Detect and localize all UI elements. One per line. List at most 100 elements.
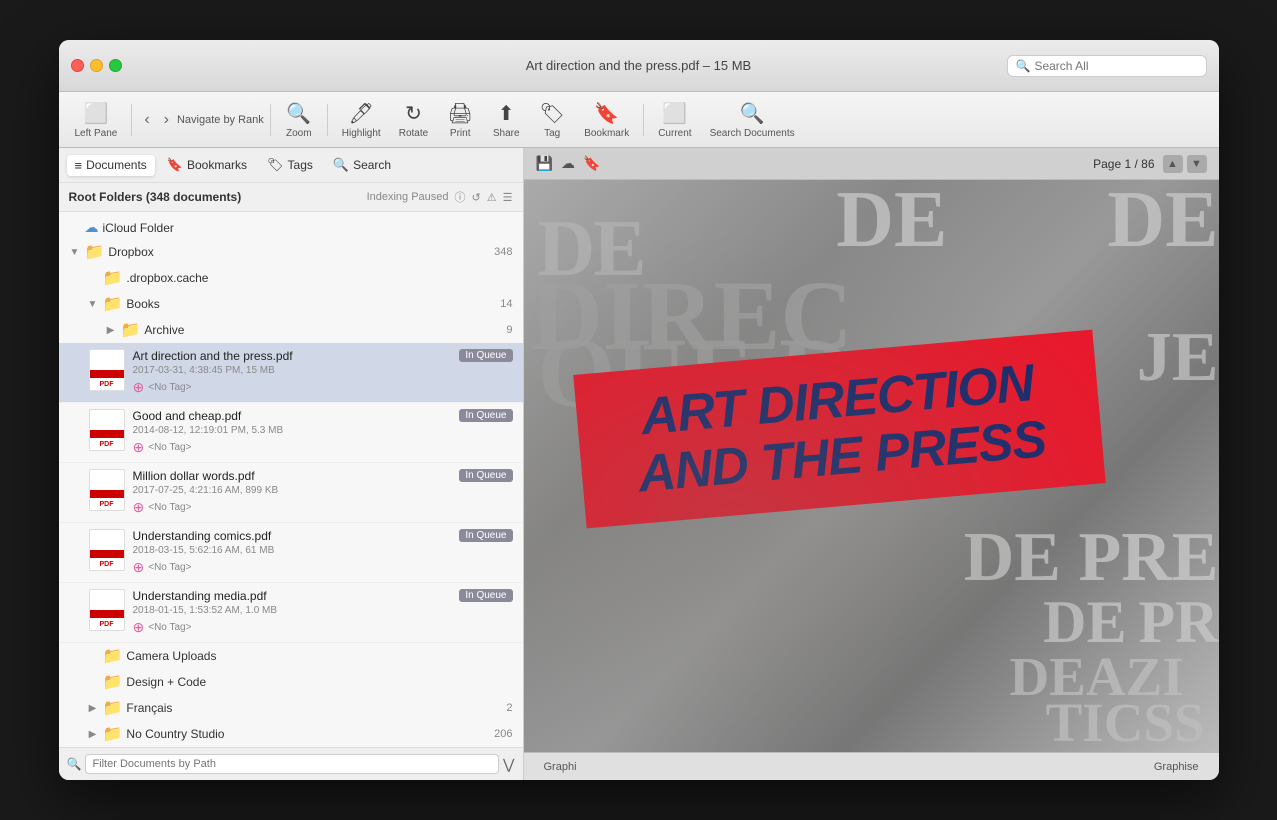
- tab-tags[interactable]: 🏷 Tags: [259, 154, 321, 176]
- separator-4: [643, 104, 644, 136]
- print-button[interactable]: 🖨 Print: [438, 97, 482, 143]
- tree-item-camera-uploads[interactable]: 📁 Camera Uploads: [59, 643, 523, 669]
- bookmarks-tab-label: Bookmarks: [187, 158, 247, 172]
- books-folder-icon: 📁: [103, 294, 123, 314]
- navigate-forward-button[interactable]: ›: [158, 107, 175, 133]
- pdf-page-nav: ▲ ▼: [1163, 155, 1207, 173]
- file-item-understanding-media[interactable]: Understanding media.pdf 2018-01-15, 1:53…: [59, 583, 523, 643]
- art-direction-tags: ⊕ <No Tag>: [133, 379, 452, 396]
- million-dollar-tag-add[interactable]: ⊕: [133, 499, 145, 516]
- pdf-bookmark-icon[interactable]: 🔖: [583, 155, 600, 172]
- pdf-cloud-icon[interactable]: ☁: [561, 155, 575, 172]
- understanding-media-name: Understanding media.pdf: [133, 589, 452, 603]
- file-item-art-direction[interactable]: Art direction and the press.pdf 2017-03-…: [59, 343, 523, 403]
- tab-search[interactable]: 🔍 Search: [325, 154, 399, 176]
- main-toolbar: ⬜ Left Pane ‹ › Navigate by Rank 🔍 Zoom …: [59, 92, 1219, 148]
- zoom-label: Zoom: [286, 128, 312, 139]
- archive-label: Archive: [144, 323, 502, 337]
- pdf-next-page-button[interactable]: ▼: [1187, 155, 1207, 173]
- navigate-label: Navigate by Rank: [177, 114, 264, 126]
- million-dollar-tag-label: <No Tag>: [148, 502, 191, 513]
- million-dollar-thumb: [89, 469, 125, 511]
- bookmarks-tab-icon: 🔖: [167, 157, 183, 173]
- tree-item-francais[interactable]: ▶ 📁 Français 2: [59, 695, 523, 721]
- maximize-button[interactable]: [109, 59, 122, 72]
- dropbox-folder-icon: 📁: [85, 242, 105, 262]
- file-item-million-dollar[interactable]: Million dollar words.pdf 2017-07-25, 4:2…: [59, 463, 523, 523]
- highlight-icon: 🖊: [349, 101, 374, 126]
- sidebar-filter: 🔍 ⋁: [59, 747, 523, 780]
- menu-icon[interactable]: ☰: [503, 191, 513, 204]
- file-item-understanding-comics[interactable]: Understanding comics.pdf 2018-03-15, 5:6…: [59, 523, 523, 583]
- left-pane-button[interactable]: ⬜ Left Pane: [67, 97, 126, 143]
- pdf-bottom-left: Graphi: [544, 761, 577, 773]
- tab-bookmarks[interactable]: 🔖 Bookmarks: [159, 154, 255, 176]
- good-cheap-tag-add[interactable]: ⊕: [133, 439, 145, 456]
- understanding-media-info: Understanding media.pdf 2018-01-15, 1:53…: [133, 589, 452, 636]
- main-window: Art direction and the press.pdf – 15 MB …: [59, 40, 1219, 780]
- pdf-save-icon[interactable]: 💾: [536, 155, 553, 172]
- filter-input[interactable]: [85, 754, 499, 774]
- search-documents-button[interactable]: 🔍 Search Documents: [702, 97, 803, 143]
- good-cheap-thumb: [89, 409, 125, 451]
- tree-item-icloud[interactable]: ☁ iCloud Folder: [59, 216, 523, 239]
- current-view-button[interactable]: ⬜ Current: [650, 97, 699, 143]
- understanding-media-tag-add[interactable]: ⊕: [133, 619, 145, 636]
- tree-item-dropbox[interactable]: ▼ 📁 Dropbox 348: [59, 239, 523, 265]
- tree-item-design-code[interactable]: 📁 Design + Code: [59, 669, 523, 695]
- no-country-label: No Country Studio: [126, 727, 490, 741]
- minimize-button[interactable]: [90, 59, 103, 72]
- sidebar: ≡ Documents 🔖 Bookmarks 🏷 Tags 🔍 Search: [59, 148, 524, 780]
- highlight-label: Highlight: [342, 128, 381, 139]
- sidebar-tree: ☁ iCloud Folder ▼ 📁 Dropbox 348 📁 .dropb…: [59, 212, 523, 747]
- window-title: Art direction and the press.pdf – 15 MB: [526, 58, 751, 73]
- print-label: Print: [450, 128, 471, 139]
- rotate-button[interactable]: ↻ Rotate: [391, 97, 436, 143]
- good-cheap-tag-label: <No Tag>: [148, 442, 191, 453]
- tag-button[interactable]: 🏷 Tag: [530, 97, 574, 143]
- art-direction-tag-label: <No Tag>: [148, 382, 191, 393]
- tag-icon: 🏷: [539, 101, 564, 126]
- search-all-input[interactable]: [1034, 59, 1197, 73]
- warning-icon: ⚠: [487, 191, 497, 204]
- zoom-button[interactable]: 🔍 Zoom: [277, 97, 321, 143]
- filter-funnel-icon[interactable]: ⋁: [503, 756, 514, 773]
- bookmark-button[interactable]: 🔖 Bookmark: [576, 97, 637, 143]
- search-all-box[interactable]: 🔍: [1007, 55, 1207, 77]
- file-item-good-cheap[interactable]: Good and cheap.pdf 2014-08-12, 12:19:01 …: [59, 403, 523, 463]
- tree-item-dropbox-cache[interactable]: 📁 .dropbox.cache: [59, 265, 523, 291]
- current-label: Current: [658, 128, 691, 139]
- share-button[interactable]: ⬆ Share: [484, 97, 528, 143]
- traffic-lights: [71, 59, 122, 72]
- understanding-comics-tag-add[interactable]: ⊕: [133, 559, 145, 576]
- tree-item-no-country-studio[interactable]: ▶ 📁 No Country Studio 206: [59, 721, 523, 747]
- pdf-page: DE DE DE DIREC QUE D JE LA DIREC DE PRE …: [524, 180, 1219, 752]
- good-cheap-info: Good and cheap.pdf 2014-08-12, 12:19:01 …: [133, 409, 452, 456]
- tree-item-archive[interactable]: ▶ 📁 Archive 9: [59, 317, 523, 343]
- toolbar-left-group: ⬜ Left Pane ‹ › Navigate by Rank 🔍 Zoom …: [67, 97, 803, 143]
- tree-item-books[interactable]: ▼ 📁 Books 14: [59, 291, 523, 317]
- art-direction-tag-add[interactable]: ⊕: [133, 379, 145, 396]
- tab-documents[interactable]: ≡ Documents: [67, 155, 155, 176]
- current-icon: ⬜: [662, 101, 687, 126]
- print-icon: 🖨: [447, 101, 472, 126]
- million-dollar-info: Million dollar words.pdf 2017-07-25, 4:2…: [133, 469, 452, 516]
- close-button[interactable]: [71, 59, 84, 72]
- search-icon: 🔍: [1016, 59, 1031, 73]
- sidebar-header: Root Folders (348 documents) Indexing Pa…: [59, 183, 523, 212]
- chevron-books: ▼: [87, 299, 99, 310]
- refresh-icon[interactable]: ↺: [472, 191, 481, 204]
- navigate-back-button[interactable]: ‹: [138, 107, 155, 133]
- francais-label: Français: [126, 701, 502, 715]
- titlebar-right: 🔍: [1007, 55, 1207, 77]
- highlight-button[interactable]: 🖊 Highlight: [334, 97, 389, 143]
- icloud-folder-icon: ☁: [85, 219, 99, 236]
- understanding-comics-name: Understanding comics.pdf: [133, 529, 452, 543]
- chevron-archive: ▶: [105, 325, 117, 336]
- art-direction-thumb: [89, 349, 125, 391]
- pdf-background: DE DE DE DIREC QUE D JE LA DIREC DE PRE …: [524, 180, 1219, 752]
- pdf-prev-page-button[interactable]: ▲: [1163, 155, 1183, 173]
- understanding-comics-badge: In Queue: [459, 529, 512, 542]
- pdf-bottom-bar: Graphi Graphise: [524, 752, 1219, 780]
- info-icon[interactable]: ⓘ: [455, 189, 466, 205]
